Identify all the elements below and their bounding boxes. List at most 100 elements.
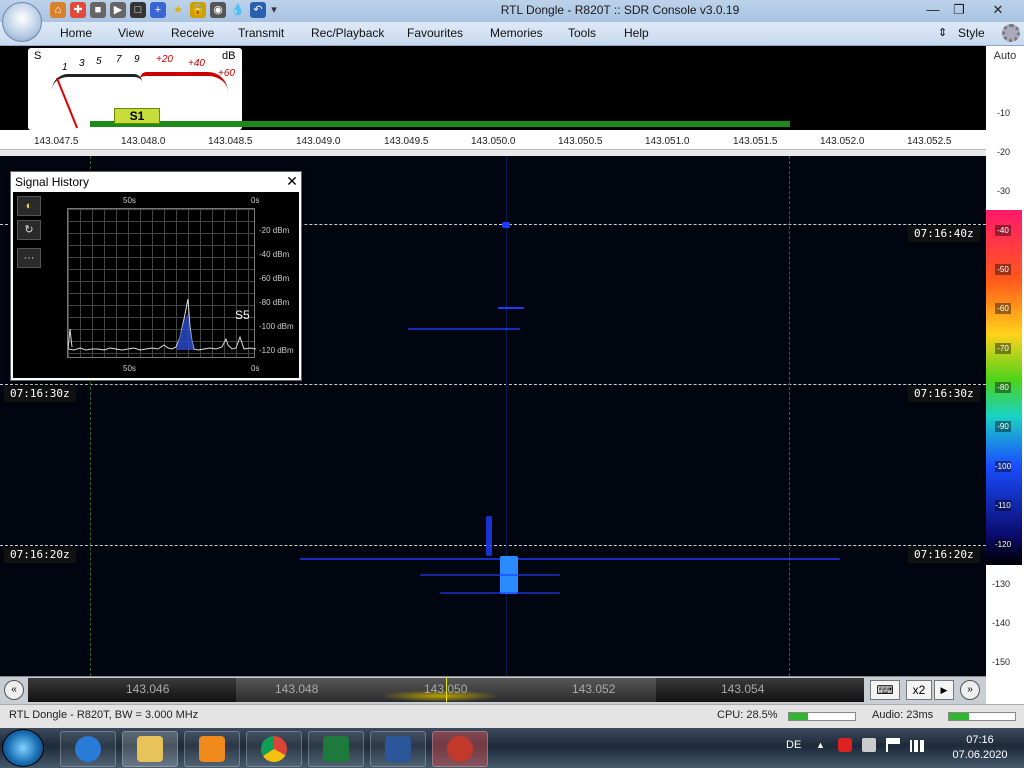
s-meter-reading: S1 (114, 108, 160, 124)
menu-tools[interactable]: Tools (568, 26, 596, 40)
s-meter-db-label: dB (222, 50, 236, 62)
signal-history-close-button[interactable]: ✕ (285, 173, 299, 190)
signal-history-reset-button[interactable]: ↻ (17, 220, 41, 240)
time-marker-line (0, 384, 986, 385)
taskbar-explorer[interactable] (122, 731, 178, 767)
level-tick: -140 (991, 618, 1010, 628)
menu-receive[interactable]: Receive (171, 26, 214, 40)
auto-button[interactable]: Auto (986, 50, 1024, 68)
taskbar-excel[interactable] (308, 731, 364, 767)
tune-right-button[interactable]: » (960, 680, 980, 700)
zoom-select[interactable]: x2 (906, 680, 932, 700)
lock-icon[interactable]: 🔒 (190, 2, 206, 18)
signal-blip (498, 307, 524, 309)
level-tick: -10 (996, 108, 1010, 118)
play-icon[interactable]: ▶ (110, 2, 126, 18)
plot-y-label: -60 dBm (259, 274, 290, 283)
tray-expand-icon[interactable]: ▲ (816, 740, 825, 750)
window-title: RTL Dongle - R820T :: SDR Console v3.0.1… (500, 3, 740, 17)
plot-top-left-label: 50s (123, 196, 136, 205)
color-tick: -70 (995, 343, 1011, 354)
close-button[interactable]: ✕ (976, 0, 1020, 20)
s-meter-tick: +20 (156, 54, 173, 65)
freq-tick: 143.049.5 (384, 136, 429, 147)
record-stop-icon[interactable]: □ (130, 2, 146, 18)
stop-icon[interactable]: ■ (90, 2, 106, 18)
menu-memories[interactable]: Memories (490, 26, 543, 40)
tuner-freq: 143.050 (424, 682, 468, 696)
style-chevron-icon[interactable]: ⇕ (938, 26, 947, 39)
title-bar: ⌂ ✚ ■ ▶ □ + ★ 🔒 ◉ 💧 ↶ ▾ RTL Dongle - R82… (0, 0, 1024, 22)
plot-y-label: -40 dBm (259, 250, 290, 259)
undo-icon[interactable]: ↶ (250, 2, 266, 18)
freq-tick: 143.047.5 (34, 136, 79, 147)
network-signal-icon[interactable] (910, 740, 924, 752)
menu-favourites[interactable]: Favourites (407, 26, 463, 40)
excel-icon (323, 736, 349, 762)
s-meter-arc-over (140, 72, 228, 92)
sdr-console-icon (447, 736, 473, 762)
audio-progress (948, 712, 1016, 721)
signal-history-trace (67, 298, 257, 351)
home-icon[interactable]: ⌂ (50, 2, 66, 18)
passband-edge-right (789, 156, 790, 676)
s-meter-tick: 5 (96, 56, 102, 67)
keyboard-icon[interactable]: ⌨ (870, 680, 900, 700)
signal-history-s-reading: S5 (235, 308, 250, 322)
tuner-freq: 143.048 (275, 682, 319, 696)
zoom-next-icon[interactable]: ▶ (934, 680, 954, 700)
freq-tick: 143.049.0 (296, 136, 341, 147)
add-icon[interactable]: + (150, 2, 166, 18)
camera-icon[interactable]: ◉ (210, 2, 226, 18)
timestamp: 07:16:20z (908, 547, 980, 563)
freq-tick: 143.052.5 (907, 136, 952, 147)
language-indicator[interactable]: DE (786, 739, 801, 751)
tune-left-button[interactable]: « (4, 680, 24, 700)
start-button[interactable] (2, 729, 44, 767)
chrome-icon (261, 736, 287, 762)
signal-history-more-button[interactable]: ··· (17, 248, 41, 268)
clock[interactable]: 07:16 07.06.2020 (940, 733, 1020, 763)
signal-history-window[interactable]: Signal History ✕ ◐ ↻ ··· 50s 0s -20 dBm … (10, 171, 302, 381)
menu-home[interactable]: Home (60, 26, 92, 40)
menu-help[interactable]: Help (624, 26, 649, 40)
plot-y-label: -80 dBm (259, 298, 290, 307)
antivirus-tray-icon[interactable] (838, 738, 852, 752)
action-center-flag-icon[interactable] (886, 738, 900, 752)
menu-rec-playback[interactable]: Rec/Playback (311, 26, 384, 40)
taskbar-ie[interactable] (60, 731, 116, 767)
menu-view[interactable]: View (118, 26, 144, 40)
signal-history-mode-button[interactable]: ◐ (17, 196, 41, 216)
signal-blip (408, 328, 520, 330)
dropdown-icon[interactable]: ▾ (270, 2, 278, 18)
device-tray-icon[interactable] (862, 738, 876, 752)
menu-transmit[interactable]: Transmit (238, 26, 284, 40)
gear-icon[interactable] (1002, 24, 1020, 42)
taskbar-media[interactable] (184, 731, 240, 767)
taskbar-sdr-console[interactable] (432, 731, 488, 767)
frequency-scale[interactable]: 143.047.5 143.048.0 143.048.5 143.049.0 … (0, 130, 986, 150)
lifebuoy-icon[interactable]: ✚ (70, 2, 86, 18)
favourite-star-icon[interactable]: ★ (170, 2, 186, 18)
timestamp: 07:16:40z (908, 226, 980, 242)
signal-blip (440, 592, 560, 594)
restore-button[interactable]: ❐ (946, 0, 972, 20)
taskbar-chrome[interactable] (246, 731, 302, 767)
minimize-button[interactable]: — (920, 0, 946, 20)
freq-tick: 143.052.0 (820, 136, 865, 147)
level-bar (90, 121, 790, 127)
color-tick: -110 (995, 500, 1011, 511)
timestamp: 07:16:20z (4, 547, 76, 563)
device-status: RTL Dongle - R820T, BW = 3.000 MHz (9, 709, 199, 721)
s-meter-tick: +40 (188, 58, 205, 69)
style-menu[interactable]: Style (958, 26, 985, 40)
application-button[interactable] (2, 2, 42, 42)
plot-y-label: -120 dBm (259, 346, 294, 355)
drop-icon[interactable]: 💧 (230, 2, 246, 18)
color-tick: -40 (995, 225, 1011, 236)
audio-status: Audio: 23ms (872, 709, 934, 721)
color-tick: -100 (995, 461, 1012, 472)
level-tick: -150 (991, 657, 1010, 667)
taskbar-word[interactable] (370, 731, 426, 767)
s-meter-tick: 1 (62, 62, 68, 73)
